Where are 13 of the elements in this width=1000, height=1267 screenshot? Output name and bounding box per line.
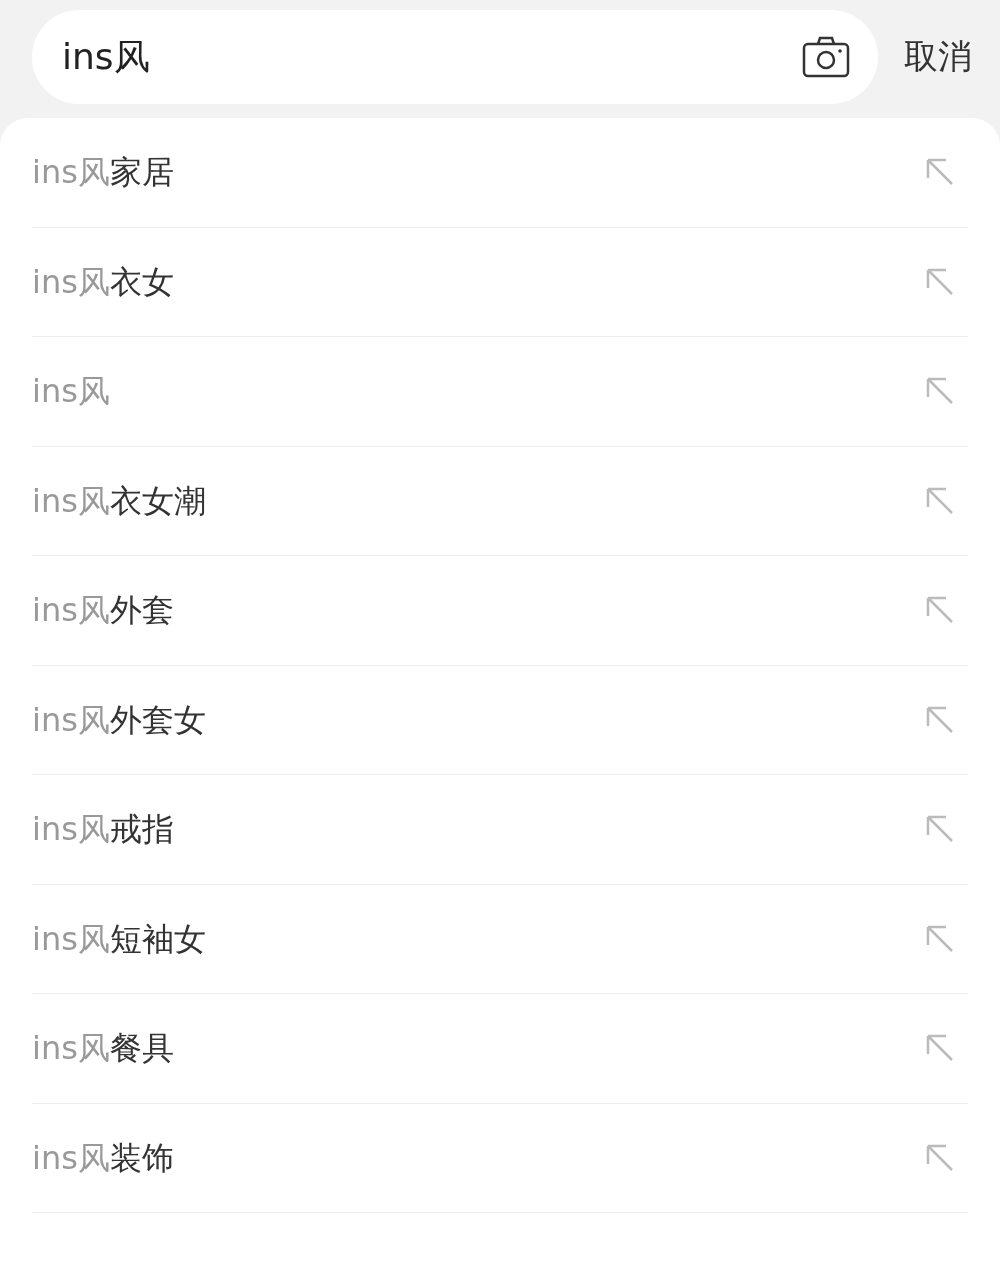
suggestion-item[interactable]: ins风外套女 [32,665,968,775]
suggestion-item[interactable]: ins风家居 [32,118,968,228]
suggestion-item[interactable]: ins风装饰 [32,1103,968,1213]
suggestion-item[interactable]: ins风外套 [32,556,968,666]
cancel-button[interactable]: 取消 [904,34,972,80]
suggestion-item[interactable]: ins风衣女 [32,227,968,337]
search-field[interactable]: ins风 [60,35,802,79]
suggestion-item[interactable]: ins风衣女潮 [32,446,968,556]
suggestion-item[interactable]: ins风戒指 [32,775,968,885]
camera-icon[interactable] [802,36,850,78]
suggestion-item[interactable]: ins风餐具 [32,994,968,1104]
search-bar[interactable]: ins风 [32,10,878,104]
suggestion-item[interactable]: ins风短袖女 [32,884,968,994]
